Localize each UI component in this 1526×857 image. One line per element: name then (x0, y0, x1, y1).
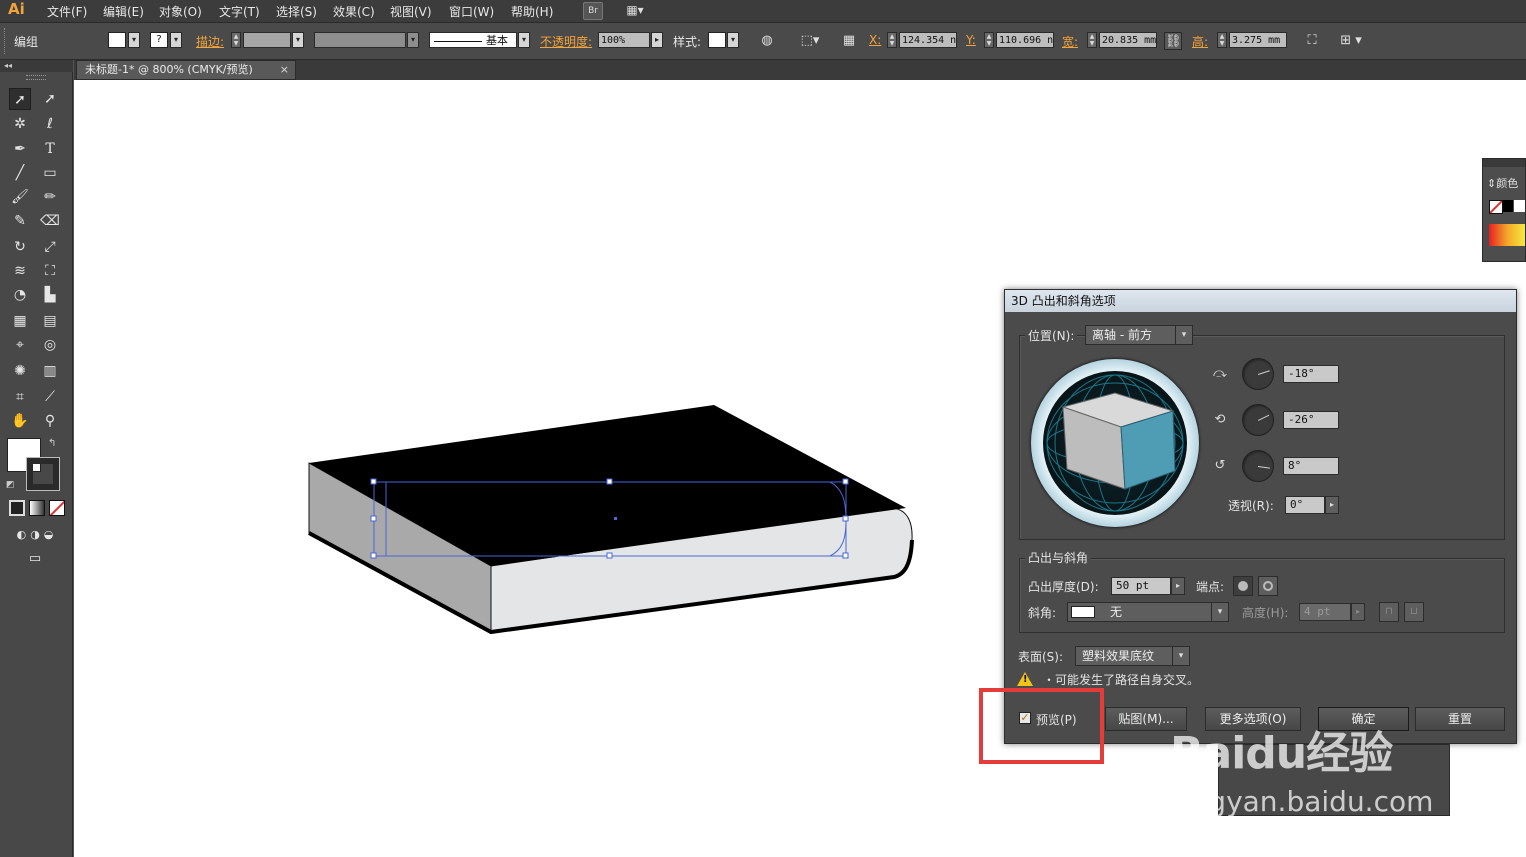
position-select[interactable]: 离轴 - 前方 ▾ (1085, 325, 1193, 345)
z-rotation-field[interactable]: 8° (1283, 457, 1339, 475)
highlight-annotation-box (979, 688, 1104, 764)
black-swatch[interactable] (1503, 200, 1513, 212)
bevel-height-field[interactable]: 4 pt (1299, 603, 1351, 621)
y-rotation-dial[interactable] (1242, 404, 1274, 436)
extrude-depth-slider-arrow-icon[interactable]: ▸ (1171, 577, 1185, 595)
bevel-preview-icon (1071, 606, 1095, 618)
extrude-depth-field[interactable]: 50 pt (1111, 577, 1171, 595)
perspective-field[interactable]: 0° (1285, 496, 1325, 514)
extrude-bevel-group-label: 凸出与斜角 (1025, 549, 1092, 566)
none-swatch-icon[interactable] (1489, 200, 1503, 214)
y-rotation-field[interactable]: -26° (1283, 411, 1339, 429)
chevron-down-icon: ▾ (1211, 603, 1228, 621)
bevel-select-value: 无 (1110, 605, 1123, 619)
bevel-extent-out-icon[interactable]: ⊓ (1379, 602, 1399, 622)
bevel-extent-in-icon[interactable]: ⊔ (1404, 602, 1424, 622)
perspective-label: 透视(R): (1228, 499, 1274, 513)
reset-button[interactable]: 重置 (1415, 707, 1505, 731)
dialog-title[interactable]: 3D 凸出和斜角选项 (1005, 290, 1516, 312)
position-select-value: 离轴 - 前方 (1092, 328, 1152, 342)
x-axis-rotate-icon: ⤼ (1213, 366, 1227, 381)
extrude-bevel-dialog: 3D 凸出和斜角选项 位置(N): 离轴 - 前方 ▾ ⤼ -18° ⟲ -26°… (1004, 289, 1517, 744)
z-rotation-dial[interactable] (1242, 450, 1274, 482)
warning-text: ・可能发生了路径自身交叉。 (1043, 673, 1200, 687)
bevel-height-label: 高度(H): (1242, 606, 1289, 620)
surface-select-value: 塑料效果底纹 (1082, 649, 1155, 663)
cap-on-button[interactable] (1233, 576, 1253, 596)
z-axis-rotate-icon: ↺ (1214, 458, 1226, 473)
extrude-depth-label: 凸出厚度(D): (1028, 580, 1099, 594)
panel-header-bar (1483, 159, 1525, 167)
panel-tab-arrow-icon: ⇕ (1487, 177, 1497, 190)
watermark-logo: Baidu经验 (1170, 728, 1393, 779)
surface-select[interactable]: 塑料效果底纹 ▾ (1075, 646, 1190, 666)
position-label: 位置(N): (1025, 327, 1078, 344)
color-panel: ⇕颜色 (1482, 158, 1526, 262)
watermark-url: jingyan.baidu.com (1175, 785, 1434, 818)
cap-off-button[interactable] (1258, 576, 1278, 596)
y-axis-rotate-icon: ⟲ (1214, 412, 1226, 427)
chevron-down-icon: ▾ (1172, 647, 1189, 665)
bevel-label: 斜角: (1028, 606, 1057, 620)
track-cube-grid (1046, 374, 1184, 512)
white-swatch[interactable] (1514, 200, 1525, 212)
warning-icon-mark: ! (1023, 674, 1028, 685)
x-rotation-dial[interactable] (1242, 358, 1274, 390)
perspective-slider-arrow-icon[interactable]: ▸ (1325, 496, 1339, 514)
x-rotation-field[interactable]: -18° (1283, 365, 1339, 383)
surface-label: 表面(S): (1018, 650, 1064, 664)
track-cube-viewport[interactable] (1043, 371, 1187, 515)
bevel-height-slider-arrow-icon[interactable]: ▸ (1351, 603, 1365, 621)
color-panel-tab[interactable]: ⇕颜色 (1487, 175, 1518, 191)
color-spectrum[interactable] (1489, 224, 1525, 246)
selection-center-point (614, 517, 617, 520)
color-panel-title: 颜色 (1496, 177, 1519, 190)
cap-label: 端点: (1196, 580, 1225, 594)
chevron-down-icon: ▾ (1175, 326, 1192, 344)
